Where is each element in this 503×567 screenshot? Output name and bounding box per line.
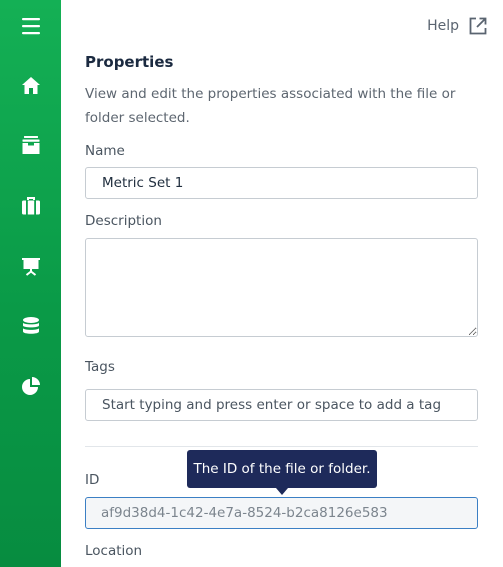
name-input[interactable]	[85, 167, 478, 199]
archive-icon	[22, 136, 39, 154]
home-icon	[21, 76, 40, 94]
panel-title: Properties	[85, 53, 174, 71]
properties-panel: Help Properties View and edit the proper…	[61, 0, 503, 567]
sidebar	[0, 0, 61, 567]
briefcase-icon	[21, 197, 40, 215]
nav-archive[interactable]	[0, 125, 61, 165]
description-label: Description	[85, 213, 162, 229]
divider	[85, 446, 478, 447]
id-input[interactable]	[85, 497, 478, 529]
nav-home[interactable]	[0, 65, 61, 105]
tags-label: Tags	[85, 359, 115, 375]
menu-icon	[21, 18, 40, 35]
menu-button[interactable]	[0, 6, 61, 46]
nav-portfolio[interactable]	[0, 186, 61, 226]
help-label: Help	[427, 18, 459, 34]
id-label: ID	[85, 472, 100, 488]
panel-description: View and edit the properties associated …	[85, 86, 456, 126]
tooltip-arrow	[276, 488, 288, 495]
external-link-icon	[469, 17, 487, 35]
help-link[interactable]: Help	[427, 14, 487, 38]
pie-chart-icon	[21, 377, 40, 395]
tags-input[interactable]	[85, 389, 478, 421]
database-icon	[22, 317, 39, 334]
nav-presentation[interactable]	[0, 246, 61, 286]
nav-reports[interactable]	[0, 366, 61, 406]
name-label: Name	[85, 143, 125, 159]
description-textarea[interactable]	[85, 238, 478, 337]
presentation-icon	[21, 258, 40, 276]
id-tooltip: The ID of the file or folder.	[187, 450, 377, 488]
location-label: Location	[85, 543, 143, 559]
nav-database[interactable]	[0, 306, 61, 346]
